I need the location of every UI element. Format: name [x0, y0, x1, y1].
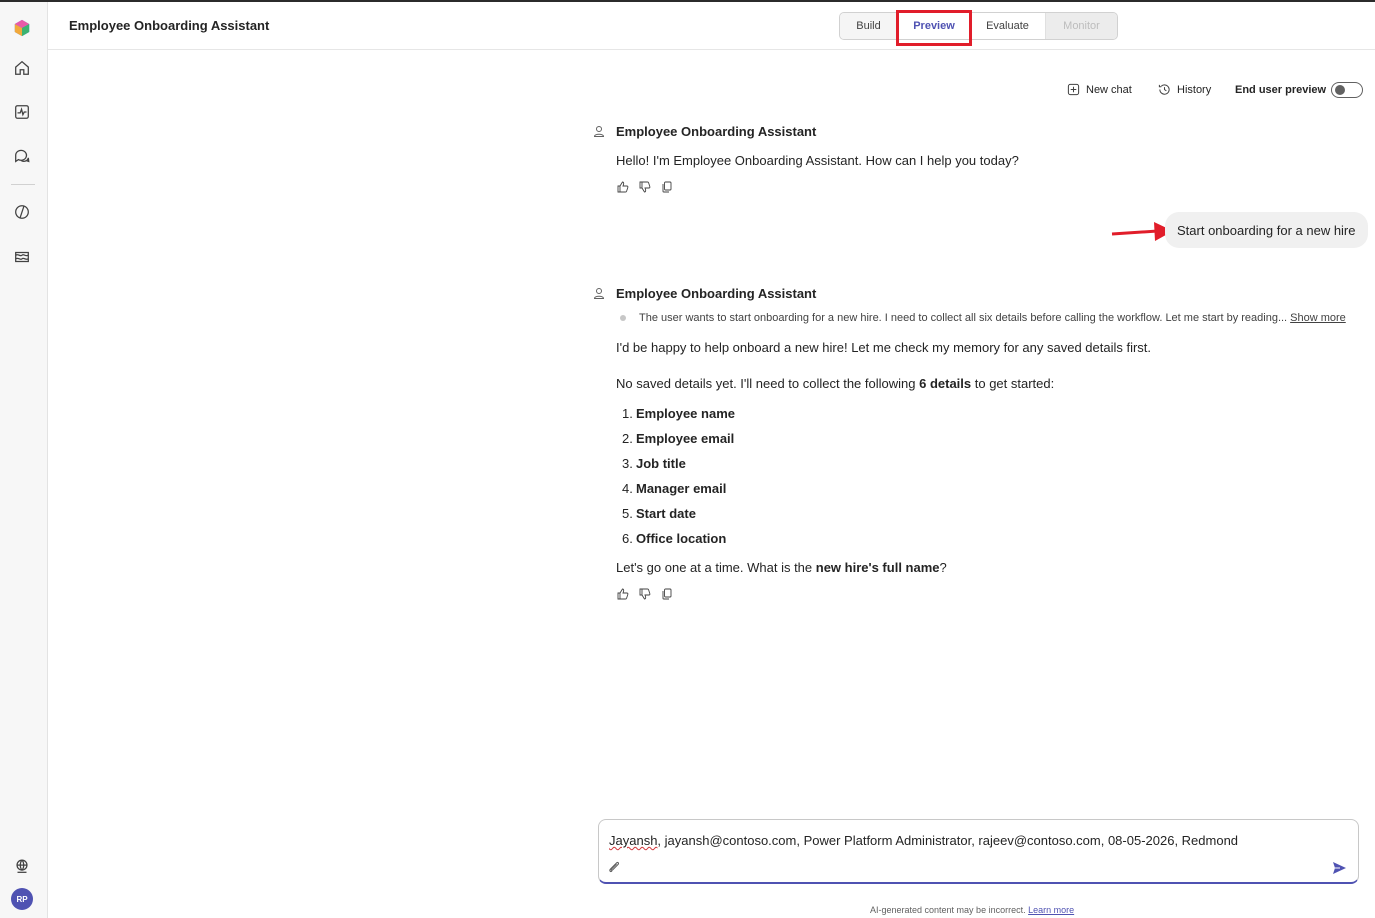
agent-avatar-icon [593, 288, 605, 299]
input-text-rest: , jayansh@contoso.com, Power Platform Ad… [657, 833, 1239, 848]
list-number: 2. [622, 431, 633, 446]
list-label: Manager email [636, 481, 727, 496]
feedback-bar [616, 180, 674, 194]
power-platform-icon[interactable] [10, 200, 34, 224]
text-run-bold: 6 details [919, 376, 972, 391]
tab-preview[interactable]: Preview [896, 10, 972, 46]
text-run: No saved details yet. I'll need to colle… [616, 376, 920, 391]
list-item: 1. Employee name [622, 406, 735, 431]
reasoning-dot [620, 315, 626, 321]
analytics-icon[interactable] [10, 100, 34, 124]
list-item: 4. Manager email [622, 481, 735, 506]
copy-icon[interactable] [660, 587, 674, 601]
new-chat-label: New chat [1086, 83, 1132, 96]
message-paragraph: No saved details yet. I'll need to colle… [616, 376, 1054, 391]
left-rail: RP [0, 2, 48, 918]
mode-tabs: Build Preview Evaluate Monitor [839, 10, 1118, 46]
history-label: History [1177, 83, 1212, 96]
message-sender: Employee Onboarding Assistant [616, 286, 817, 301]
chat-icon[interactable] [10, 144, 34, 168]
message-paragraph: I'd be happy to help onboard a new hire!… [616, 340, 1152, 355]
list-item: 2. Employee email [622, 431, 735, 456]
end-user-preview-toggle[interactable] [1331, 82, 1363, 98]
list-label: Office location [636, 531, 727, 546]
copilot-studio-logo-icon[interactable] [10, 16, 34, 40]
agent-avatar-icon [593, 126, 605, 137]
thumbs-up-icon[interactable] [616, 587, 630, 601]
send-icon[interactable] [1331, 860, 1347, 876]
text-run: Let's go one at a time. What is the [616, 560, 816, 575]
feedback-bar [616, 587, 674, 601]
list-number: 3. [622, 456, 633, 471]
learn-more-link[interactable]: Learn more [1028, 905, 1074, 915]
user-message-text: Start onboarding for a new hire [1177, 222, 1356, 238]
rail-divider [11, 184, 35, 185]
chat-input[interactable]: Jayansh, jayansh@contoso.com, Power Plat… [598, 819, 1359, 884]
message-sender: Employee Onboarding Assistant [616, 124, 817, 139]
tab-monitor: Monitor [1046, 13, 1117, 39]
history-button[interactable]: History [1158, 83, 1211, 96]
reasoning-text: The user wants to start onboarding for a… [639, 312, 1288, 324]
list-item: 5. Start date [622, 506, 735, 531]
list-number: 6. [622, 531, 633, 546]
end-user-preview-label: End user preview [1235, 84, 1327, 96]
library-icon[interactable] [10, 245, 34, 269]
list-label: Employee name [636, 406, 735, 421]
app-header: Employee Onboarding Assistant Build Prev… [48, 2, 1375, 50]
ai-disclaimer: AI-generated content may be incorrect. L… [870, 905, 1074, 915]
toggle-knob [1335, 85, 1345, 95]
thumbs-up-icon[interactable] [616, 180, 630, 194]
chat-input-text[interactable]: Jayansh, jayansh@contoso.com, Power Plat… [609, 833, 1238, 848]
text-run: to get started: [971, 376, 1055, 391]
list-item: 3. Job title [622, 456, 735, 481]
tab-build[interactable]: Build [840, 13, 898, 39]
new-chat-button[interactable]: New chat [1067, 83, 1132, 96]
page-title: Employee Onboarding Assistant [69, 18, 270, 33]
reasoning-summary: The user wants to start onboarding for a… [620, 312, 1346, 324]
thumbs-down-icon[interactable] [638, 587, 652, 601]
add-icon [1067, 83, 1080, 96]
details-list: 1. Employee name 2. Employee email 3. Job t… [622, 406, 735, 556]
attach-icon[interactable] [607, 860, 621, 874]
environment-globe-icon[interactable] [10, 854, 34, 878]
list-number: 1. [622, 406, 633, 421]
text-run-bold: new hire's full name [815, 560, 940, 575]
text-run: ? [939, 560, 947, 575]
tab-evaluate[interactable]: Evaluate [970, 13, 1046, 39]
disclaimer-text: AI-generated content may be incorrect. [870, 905, 1026, 915]
list-number: 4. [622, 481, 633, 496]
list-label: Employee email [636, 431, 735, 446]
message-text: Hello! I'm Employee Onboarding Assistant… [616, 153, 1019, 168]
avatar[interactable]: RP [11, 888, 33, 910]
misspelled-word: Jayansh [609, 833, 658, 848]
show-more-link[interactable]: Show more [1290, 312, 1346, 324]
history-icon [1158, 84, 1170, 95]
list-item: 6. Office location [622, 531, 735, 556]
message-paragraph: Let's go one at a time. What is the new … [616, 560, 947, 575]
list-label: Start date [636, 506, 696, 521]
list-label: Job title [636, 456, 686, 471]
user-message-bubble: Start onboarding for a new hire [1165, 212, 1368, 248]
thumbs-down-icon[interactable] [638, 180, 652, 194]
copy-icon[interactable] [660, 180, 674, 194]
home-icon[interactable] [10, 56, 34, 80]
list-number: 5. [622, 506, 633, 521]
